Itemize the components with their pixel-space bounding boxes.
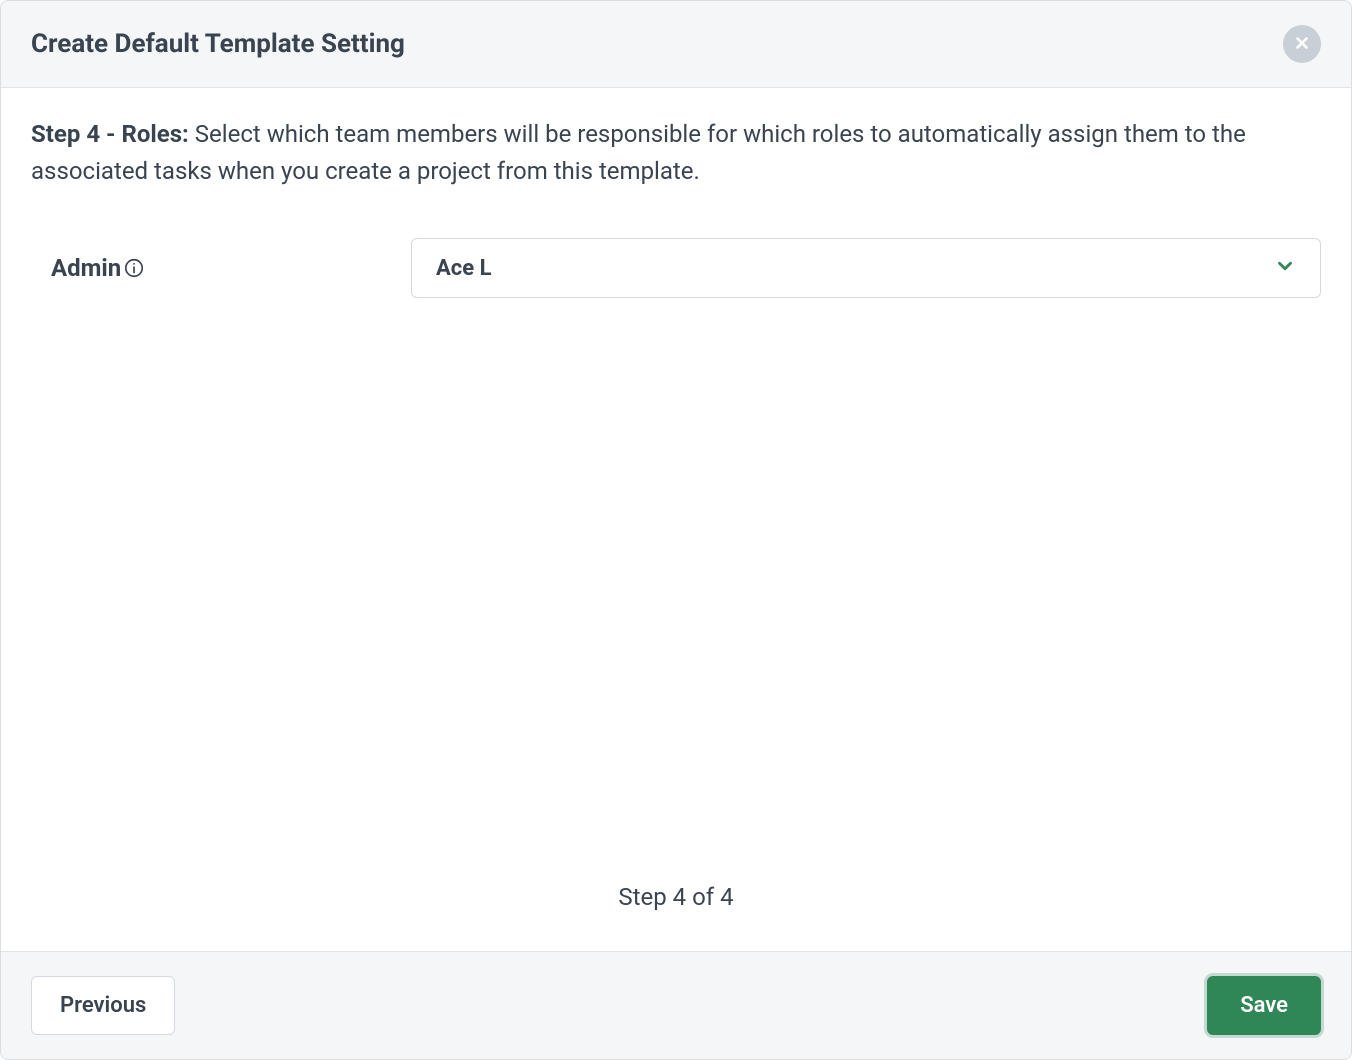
modal-header: Create Default Template Setting <box>1 1 1351 88</box>
save-button[interactable]: Save <box>1207 976 1321 1035</box>
modal-dialog: Create Default Template Setting Step 4 -… <box>0 0 1352 1060</box>
chevron-down-icon <box>1274 255 1296 281</box>
step-description: Step 4 - Roles: Select which team member… <box>31 116 1321 190</box>
modal-footer: Previous Save <box>1 951 1351 1059</box>
step-indicator: Step 4 of 4 <box>618 883 733 911</box>
dropdown-selected-value: Ace L <box>436 256 492 281</box>
close-button[interactable] <box>1283 25 1321 63</box>
role-label-text: Admin <box>51 254 121 282</box>
admin-dropdown[interactable]: Ace L <box>411 238 1321 298</box>
modal-title: Create Default Template Setting <box>31 29 405 59</box>
step-description-text: Select which team members will be respon… <box>31 120 1246 185</box>
role-label: Admin <box>51 254 411 282</box>
previous-button[interactable]: Previous <box>31 976 175 1035</box>
step-indicator-container: Step 4 of 4 <box>31 883 1321 931</box>
modal-body: Step 4 - Roles: Select which team member… <box>1 88 1351 951</box>
role-row: Admin Ace L <box>31 238 1321 298</box>
step-prefix: Step 4 - Roles: <box>31 120 195 148</box>
info-icon[interactable] <box>123 257 145 279</box>
close-icon <box>1293 34 1311 55</box>
